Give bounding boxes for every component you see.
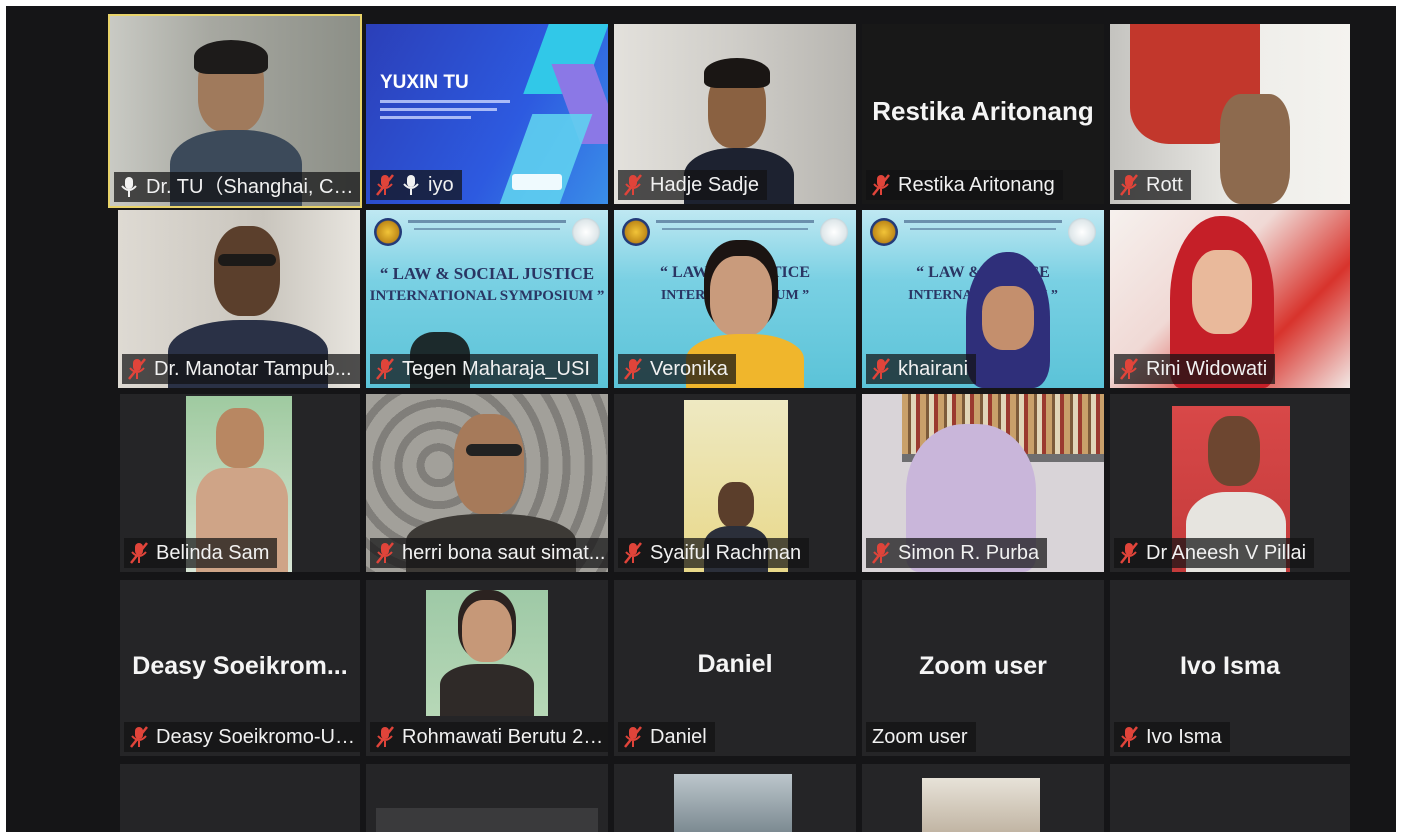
slide-subtitle-lines xyxy=(380,100,510,124)
name-label: Veronika xyxy=(618,354,736,384)
zoom-gallery-view: Dr. TU（Shanghai, Ch... YUXIN TU iyo Hadj… xyxy=(6,6,1396,832)
participant-tile-row5-4[interactable] xyxy=(862,764,1104,832)
name-label: Zoom user xyxy=(866,722,976,752)
participant-tile-rini-widowati[interactable]: Rini Widowati xyxy=(1110,210,1350,388)
name-label: Dr. TU（Shanghai, Ch... xyxy=(114,172,360,202)
name-label: Belinda Sam xyxy=(124,538,278,568)
banner-title-line1: “ LAW & SOCIAL JUSTICE xyxy=(379,264,595,283)
participant-tile-restika-aritonang[interactable]: Restika Aritonang Restika Aritonang xyxy=(862,24,1104,204)
muted-microphone-icon xyxy=(1120,726,1138,748)
muted-microphone-icon xyxy=(130,542,148,564)
participant-tile-rohmawati[interactable]: Rohmawati Berutu 21... xyxy=(366,580,608,756)
muted-microphone-icon xyxy=(1120,174,1138,196)
name-label: Dr Aneesh V Pillai xyxy=(1114,538,1315,568)
participant-video xyxy=(710,256,772,336)
participant-tile-row5-1[interactable] xyxy=(120,764,360,832)
name-label: Rini Widowati xyxy=(1114,354,1276,384)
name-label: Tegen Maharaja_USI xyxy=(370,354,598,384)
participant-tile-row5-3[interactable] xyxy=(614,764,856,832)
participant-tile-belinda-sam[interactable]: Belinda Sam xyxy=(120,394,360,572)
name-label: Hadje Sadje xyxy=(618,170,767,200)
muted-microphone-icon xyxy=(872,174,890,196)
crest-icon xyxy=(870,218,898,246)
participant-display-name: Zoom user xyxy=(919,652,1047,680)
participant-tile-deasy-soeikromo[interactable]: Deasy Soeikrom... Deasy Soeikromo-Un... xyxy=(120,580,360,756)
microphone-icon xyxy=(121,177,137,197)
muted-microphone-icon xyxy=(376,358,394,380)
name-label: Dr. Manotar Tampub... xyxy=(122,354,360,384)
crest-icon xyxy=(622,218,650,246)
participant-tile-zoom-user[interactable]: Zoom user Zoom user xyxy=(862,580,1104,756)
name-label: khairani xyxy=(866,354,977,384)
participant-tile-khairani[interactable]: “ LAW & SO TICE INTERNATION SIUM ” khair… xyxy=(862,210,1104,388)
muted-microphone-icon xyxy=(376,726,394,748)
participant-display-name: Daniel xyxy=(697,650,773,678)
slide-title: YUXIN TU xyxy=(380,72,469,93)
crest-icon xyxy=(374,218,402,246)
microphone-icon xyxy=(403,175,419,195)
participant-tile-rott[interactable]: Rott xyxy=(1110,24,1350,204)
participant-tile-veronika[interactable]: “ LAW & S JUSTICE INTERNATI POSIUM ” Ver… xyxy=(614,210,856,388)
participant-video xyxy=(454,414,524,514)
participant-display-name: Ivo Isma xyxy=(1179,652,1281,680)
overlay-panel xyxy=(376,808,598,832)
participant-display-name: Deasy Soeikrom... xyxy=(132,652,348,680)
participant-tile-ivo-isma[interactable]: Ivo Isma Ivo Isma xyxy=(1110,580,1350,756)
university-logo xyxy=(512,174,562,190)
muted-microphone-icon xyxy=(1120,542,1138,564)
name-label: Deasy Soeikromo-Un... xyxy=(124,722,360,752)
participant-tile-dr-tu[interactable]: Dr. TU（Shanghai, Ch... xyxy=(108,14,362,208)
name-label: Syaiful Rachman xyxy=(618,538,810,568)
participant-tile-simon-purba[interactable]: Simon R. Purba xyxy=(862,394,1104,572)
participant-video xyxy=(214,226,280,316)
seal-icon xyxy=(820,218,848,246)
seal-icon xyxy=(572,218,600,246)
participant-tile-daniel[interactable]: Daniel Daniel xyxy=(614,580,856,756)
name-label: Daniel xyxy=(618,722,715,752)
participant-tile-row5-2[interactable] xyxy=(366,764,608,832)
name-label: Simon R. Purba xyxy=(866,538,1048,568)
muted-microphone-icon xyxy=(624,358,642,380)
muted-microphone-icon xyxy=(872,358,890,380)
participant-tile-hadje-sadje[interactable]: Hadje Sadje xyxy=(614,24,856,204)
participant-tile-dr-aneesh[interactable]: Dr Aneesh V Pillai xyxy=(1110,394,1350,572)
muted-microphone-icon xyxy=(376,542,394,564)
participant-tile-iyo[interactable]: YUXIN TU iyo xyxy=(366,24,608,204)
name-label: Ivo Isma xyxy=(1114,722,1230,752)
participant-tile-herri-bona[interactable]: herri bona saut simat... xyxy=(366,394,608,572)
muted-microphone-icon xyxy=(128,358,146,380)
name-label: Rohmawati Berutu 21... xyxy=(370,722,608,752)
muted-microphone-icon xyxy=(624,542,642,564)
name-label: Restika Aritonang xyxy=(866,170,1063,200)
participant-tile-row5-5[interactable] xyxy=(1110,764,1350,832)
name-label: herri bona saut simat... xyxy=(370,538,608,568)
muted-microphone-icon xyxy=(624,726,642,748)
muted-microphone-icon xyxy=(376,174,394,196)
name-label: iyo xyxy=(370,170,462,200)
participant-tile-tegen-maharaja[interactable]: “ LAW & SOCIAL JUSTICE INTERNATIONAL SYM… xyxy=(366,210,608,388)
participant-tile-syaiful-rachman[interactable]: Syaiful Rachman xyxy=(614,394,856,572)
seal-icon xyxy=(1068,218,1096,246)
participant-display-name: Restika Aritonang xyxy=(872,96,1094,126)
name-label: Rott xyxy=(1114,170,1191,200)
muted-microphone-icon xyxy=(624,174,642,196)
participant-tile-dr-manotar[interactable]: Dr. Manotar Tampub... xyxy=(118,210,360,388)
participant-video xyxy=(922,778,1040,832)
banner-title-line2: INTERNATIONAL SYMPOSIUM ” xyxy=(369,288,605,304)
muted-microphone-icon xyxy=(872,542,890,564)
muted-microphone-icon xyxy=(130,726,148,748)
muted-microphone-icon xyxy=(1120,358,1138,380)
participant-video xyxy=(674,774,792,832)
